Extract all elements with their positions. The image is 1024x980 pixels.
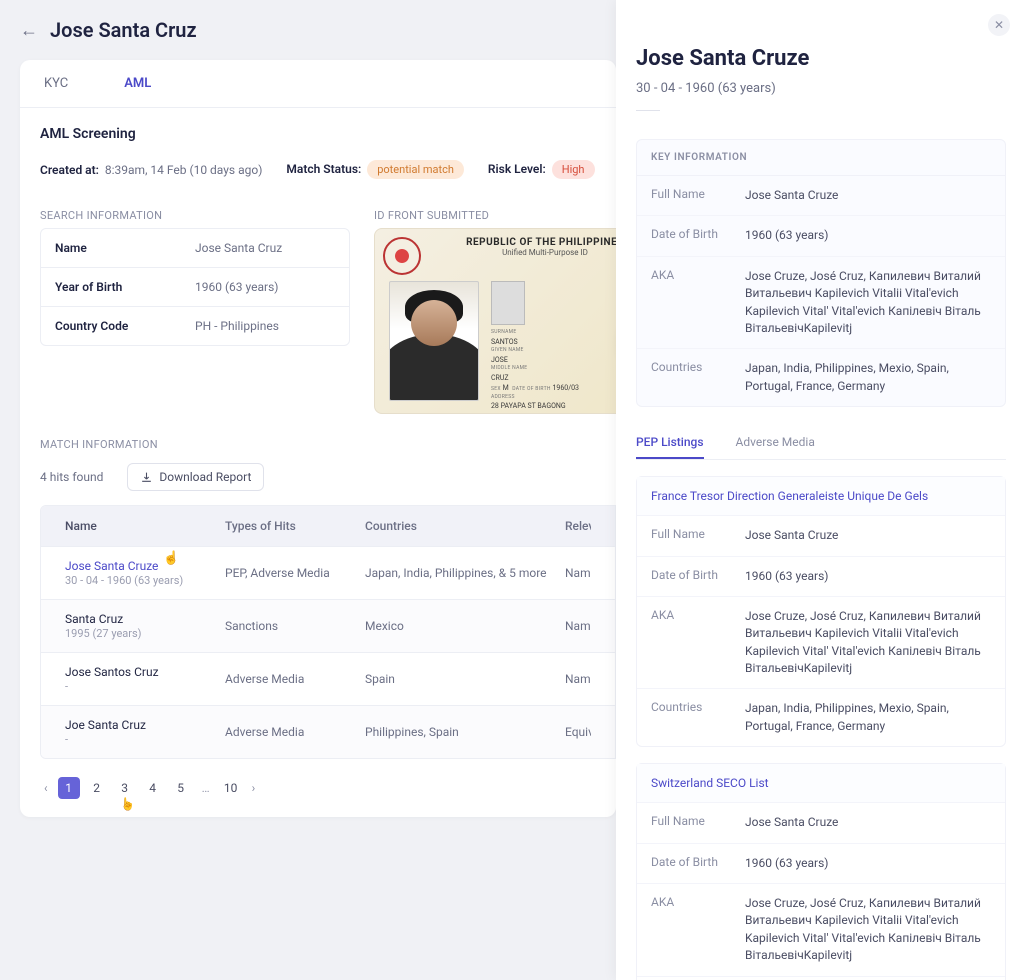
search-info-heading: SEARCH INFORMATION — [40, 203, 350, 228]
id-card-image[interactable]: REPUBLIC OF THE PHILIPPINES Unified Mult… — [374, 228, 616, 414]
pager-next-icon[interactable]: › — [248, 781, 260, 795]
pager-prev-icon[interactable]: ‹ — [40, 781, 52, 795]
pager-page[interactable]: 1 — [58, 777, 80, 799]
cursor-icon: ☝ — [163, 551, 179, 566]
back-icon[interactable]: ← — [20, 20, 38, 41]
match-info-heading: MATCH INFORMATION — [20, 432, 616, 457]
search-info-table: NameJose Santa Cruz Year of Birth1960 (6… — [40, 228, 350, 346]
pager-page[interactable]: 3 — [114, 777, 136, 799]
pager-page[interactable]: 4 — [142, 777, 164, 799]
tab-aml[interactable]: AML — [120, 60, 155, 107]
pagination: ‹ 1 2 3 4 5 … 10 › — [20, 759, 616, 817]
side-tab-adverse[interactable]: Adverse Media — [736, 427, 815, 459]
id-photo — [389, 281, 479, 401]
created-at-value: 8:39am, 14 Feb (10 days ago) — [105, 163, 263, 177]
listing-title[interactable]: Switzerland SECO List — [637, 764, 1005, 803]
match-table: Name Types of Hits Countries Relevance ☝… — [40, 505, 616, 759]
created-at-label: Created at: — [40, 163, 99, 177]
close-icon[interactable]: ✕ — [988, 14, 1010, 36]
pager-ellipsis: … — [198, 781, 214, 795]
side-panel-subtitle: 30 - 04 - 1960 (63 years) — [636, 81, 1006, 131]
id-background-icon — [603, 289, 616, 399]
side-panel-title: Jose Santa Cruze — [636, 46, 1006, 71]
listing-title[interactable]: France Tresor Direction Generaleiste Uni… — [637, 477, 1005, 516]
risk-level-badge: High — [552, 160, 595, 179]
match-status-label: Match Status: — [286, 162, 361, 176]
table-row[interactable]: Joe Santa Cruz- Adverse Media Philippine… — [41, 705, 615, 758]
page-title: Jose Santa Cruz — [50, 18, 197, 42]
col-relevance: Relevance — [565, 519, 591, 533]
col-types: Types of Hits — [225, 519, 365, 533]
screening-title: AML Screening — [20, 108, 616, 148]
col-name: Name — [65, 519, 225, 533]
table-row[interactable]: Santa Cruz1995 (27 years) Sanctions Mexi… — [41, 599, 615, 652]
side-tab-pep[interactable]: PEP Listings — [636, 427, 704, 459]
table-row[interactable]: Jose Santos Cruz- Adverse Media Spain Na… — [41, 652, 615, 705]
risk-level-label: Risk Level: — [488, 162, 546, 176]
id-front-heading: ID FRONT SUBMITTED — [374, 203, 616, 228]
pager-page[interactable]: 10 — [220, 777, 242, 799]
match-status-badge: potential match — [367, 160, 464, 179]
hits-count: 4 hits found — [40, 470, 103, 484]
tab-kyc[interactable]: KYC — [40, 60, 72, 107]
download-report-button[interactable]: Download Report — [127, 463, 264, 491]
seal-icon — [383, 237, 421, 275]
pager-page[interactable]: 2 — [86, 777, 108, 799]
id-ghost-photo — [491, 281, 525, 325]
key-info-heading: KEY INFORMATION — [637, 140, 1005, 176]
pager-page[interactable]: 5 — [170, 777, 192, 799]
col-countries: Countries — [365, 519, 565, 533]
table-row[interactable]: ☝ Jose Santa Cruze30 - 04 - 1960 (63 yea… — [41, 546, 615, 599]
download-icon — [140, 471, 153, 484]
